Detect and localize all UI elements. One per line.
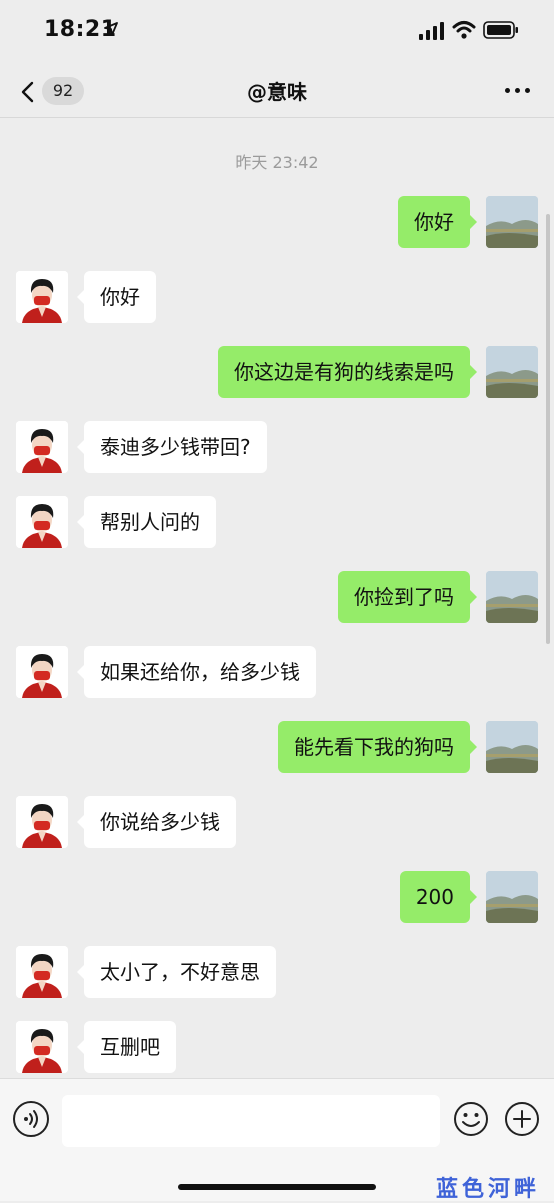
outgoing-message-bubble[interactable]: 你好	[398, 196, 477, 248]
contact-avatar[interactable]	[16, 646, 68, 698]
chat-title: @意味	[247, 80, 307, 104]
message-row: 200	[0, 871, 554, 925]
incoming-message-bubble[interactable]: 你好	[77, 271, 156, 323]
incoming-message-bubble[interactable]: 帮别人问的	[77, 496, 216, 548]
signal-icon	[419, 22, 444, 40]
message-input[interactable]	[62, 1095, 440, 1147]
watermark: 蓝色河畔	[436, 1176, 541, 1202]
message-row: 你这边是有狗的线索是吗	[0, 346, 554, 400]
input-bar: 蓝色河畔	[0, 1078, 554, 1202]
incoming-message-bubble[interactable]: 太小了，不好意思	[77, 946, 276, 998]
my-avatar[interactable]	[486, 721, 538, 773]
message-row: 你捡到了吗	[0, 571, 554, 625]
incoming-message-bubble[interactable]: 你说给多少钱	[77, 796, 236, 848]
incoming-message-bubble[interactable]: 如果还给你，给多少钱	[77, 646, 316, 698]
message-row: 如果还给你，给多少钱	[0, 646, 554, 700]
message-row: 你好	[0, 196, 554, 250]
message-row: 太小了，不好意思	[0, 946, 554, 1000]
incoming-message-bubble[interactable]: 泰迪多少钱带回?	[77, 421, 267, 473]
outgoing-message-bubble[interactable]: 你捡到了吗	[338, 571, 477, 623]
outgoing-message-bubble[interactable]: 你这边是有狗的线索是吗	[218, 346, 477, 398]
message-row: 你好	[0, 271, 554, 325]
my-avatar[interactable]	[486, 571, 538, 623]
outgoing-message-bubble[interactable]: 200	[399, 871, 478, 923]
contact-avatar[interactable]	[16, 796, 68, 848]
chat-area[interactable]: 昨天 23:42 你好 你好 你这边是有狗的线索是吗 泰迪多少钱带回? 帮别人问的 你捡到…	[0, 118, 554, 1078]
message-row: 泰迪多少钱带回?	[0, 421, 554, 475]
contact-avatar[interactable]	[16, 496, 68, 548]
contact-avatar[interactable]	[16, 1021, 68, 1073]
battery-icon	[483, 21, 518, 39]
message-row: 帮别人问的	[0, 496, 554, 550]
incoming-message-bubble[interactable]: 互删吧	[77, 1021, 176, 1073]
voice-button[interactable]	[13, 1101, 49, 1137]
more-button[interactable]	[502, 76, 534, 104]
location-arrow-icon	[104, 22, 118, 36]
voice-icon	[24, 1110, 38, 1128]
more-dots-icon	[505, 88, 510, 93]
contact-avatar[interactable]	[16, 946, 68, 998]
emoji-icon[interactable]	[453, 1101, 489, 1137]
my-avatar[interactable]	[486, 346, 538, 398]
message-row: 能先看下我的狗吗	[0, 721, 554, 775]
outgoing-message-bubble[interactable]: 能先看下我的狗吗	[278, 721, 477, 773]
my-avatar[interactable]	[486, 196, 538, 248]
status-bar: 18:21	[0, 0, 554, 64]
home-indicator	[178, 1184, 376, 1190]
contact-avatar[interactable]	[16, 271, 68, 323]
contact-avatar[interactable]	[16, 421, 68, 473]
plus-circle-icon[interactable]	[504, 1101, 540, 1137]
my-avatar[interactable]	[486, 871, 538, 923]
message-timestamp: 昨天 23:42	[235, 153, 319, 172]
message-row: 互删吧	[0, 1021, 554, 1075]
nav-bar: 92 @意味	[0, 64, 554, 118]
message-row: 你说给多少钱	[0, 796, 554, 850]
wifi-icon	[452, 21, 476, 39]
